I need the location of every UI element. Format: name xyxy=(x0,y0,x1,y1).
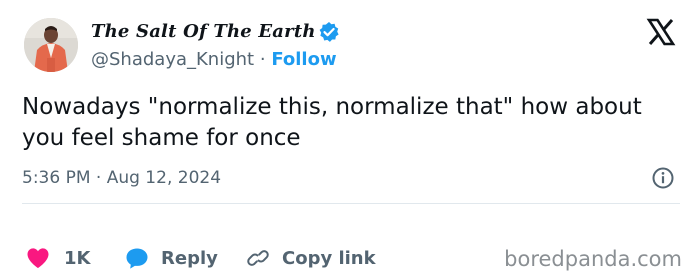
avatar[interactable] xyxy=(24,18,78,72)
like-button[interactable]: 1K xyxy=(26,245,90,271)
link-icon xyxy=(247,250,269,266)
tweet-timestamp[interactable]: 5:36 PM · Aug 12, 2024 xyxy=(22,166,221,190)
watermark: boredpanda.com xyxy=(504,247,682,271)
avatar-image xyxy=(24,18,78,72)
speech-bubble-icon xyxy=(126,248,148,269)
heart-icon xyxy=(27,248,49,268)
follow-button[interactable]: Follow xyxy=(271,49,336,70)
reply-button[interactable]: Reply xyxy=(125,245,218,271)
display-name[interactable]: The Salt Of The Earth xyxy=(91,20,316,44)
copy-link-button[interactable]: Copy link xyxy=(246,245,376,271)
verified-badge-icon xyxy=(319,22,339,42)
info-icon[interactable] xyxy=(651,166,675,190)
copy-link-label: Copy link xyxy=(282,247,376,269)
like-count: 1K xyxy=(64,247,91,269)
handle-row: @Shadaya_Knight · Follow xyxy=(91,48,337,72)
tweet-text: Nowadays "normalize this, normalize that… xyxy=(22,94,642,151)
x-logo-icon[interactable] xyxy=(646,17,676,47)
user-handle[interactable]: @Shadaya_Knight xyxy=(91,49,254,70)
reply-label: Reply xyxy=(161,247,218,269)
handle-separator: · xyxy=(259,49,266,70)
divider xyxy=(22,203,680,204)
